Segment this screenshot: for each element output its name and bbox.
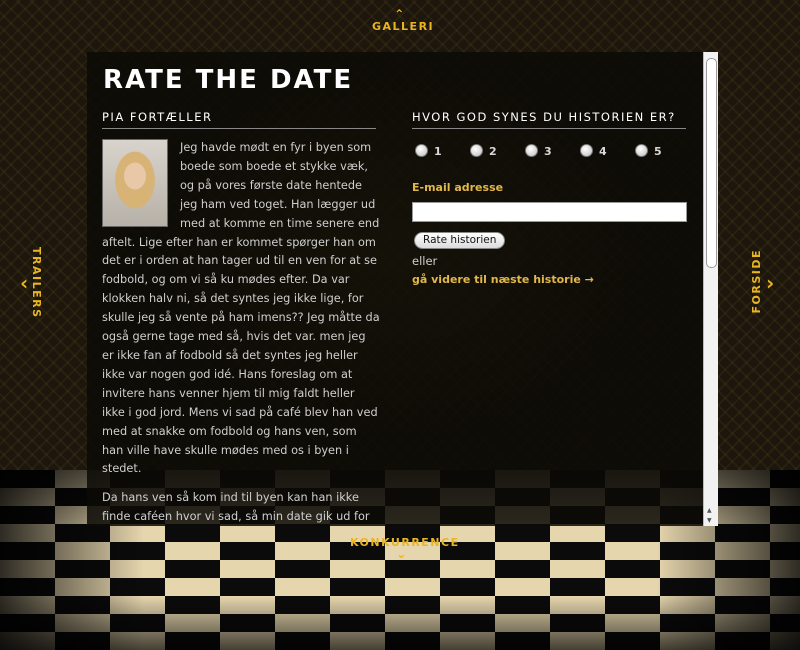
story-paragraph: Da hans ven så kom ind til byen kan han … (102, 491, 370, 524)
story-heading: PIA FORTÆLLER (102, 110, 376, 129)
nav-galleri[interactable]: ⌃ GALLERI (372, 7, 433, 33)
chevron-up-icon: ⌃ (394, 7, 406, 21)
radio-icon[interactable] (635, 144, 648, 157)
chevron-right-icon: › (766, 271, 776, 295)
author-avatar (102, 139, 168, 227)
nav-forside-label: FORSIDE (750, 249, 763, 314)
page-title: RATE THE DATE (103, 65, 354, 95)
nav-trailers[interactable]: ‹ TRAILERS (16, 245, 56, 319)
chevron-left-icon: ‹ (20, 271, 30, 295)
radio-icon[interactable] (525, 144, 538, 157)
radio-icon[interactable] (415, 144, 428, 157)
radio-icon[interactable] (580, 144, 593, 157)
rating-option-2[interactable]: 2 (470, 144, 497, 158)
story-text: Jeg havde mødt en fyr i byen som boede s… (102, 139, 380, 526)
email-label: E-mail adresse (412, 181, 504, 194)
nav-forside[interactable]: FORSIDE › (744, 245, 784, 315)
scroll-up-icon[interactable]: ▲ (707, 507, 712, 514)
nav-konkurrence[interactable]: KONKURRENCE ⌄ (350, 536, 458, 561)
content-panel: RATE THE DATE PIA FORTÆLLER Jeg havde mø… (87, 52, 703, 526)
scrollbar-thumb[interactable] (706, 58, 717, 268)
nav-trailers-label: TRAILERS (30, 247, 43, 319)
radio-icon[interactable] (470, 144, 483, 157)
rating-heading: HVOR GOD SYNES DU HISTORIEN ER? (412, 110, 686, 129)
rating-option-3[interactable]: 3 (525, 144, 552, 158)
rate-button[interactable]: Rate historien (414, 232, 506, 249)
rating-option-5[interactable]: 5 (635, 144, 662, 158)
nav-galleri-label: GALLERI (372, 20, 435, 33)
or-text: eller (412, 254, 438, 268)
rating-option-4[interactable]: 4 (580, 144, 607, 158)
email-field[interactable] (412, 202, 687, 222)
panel-scrollbar[interactable]: ▲ ▼ (703, 52, 718, 526)
chevron-down-icon: ⌄ (396, 547, 408, 561)
rating-option-1[interactable]: 1 (415, 144, 442, 158)
next-story-link[interactable]: gå videre til næste historie → (412, 273, 594, 286)
scroll-down-icon[interactable]: ▼ (707, 517, 712, 524)
